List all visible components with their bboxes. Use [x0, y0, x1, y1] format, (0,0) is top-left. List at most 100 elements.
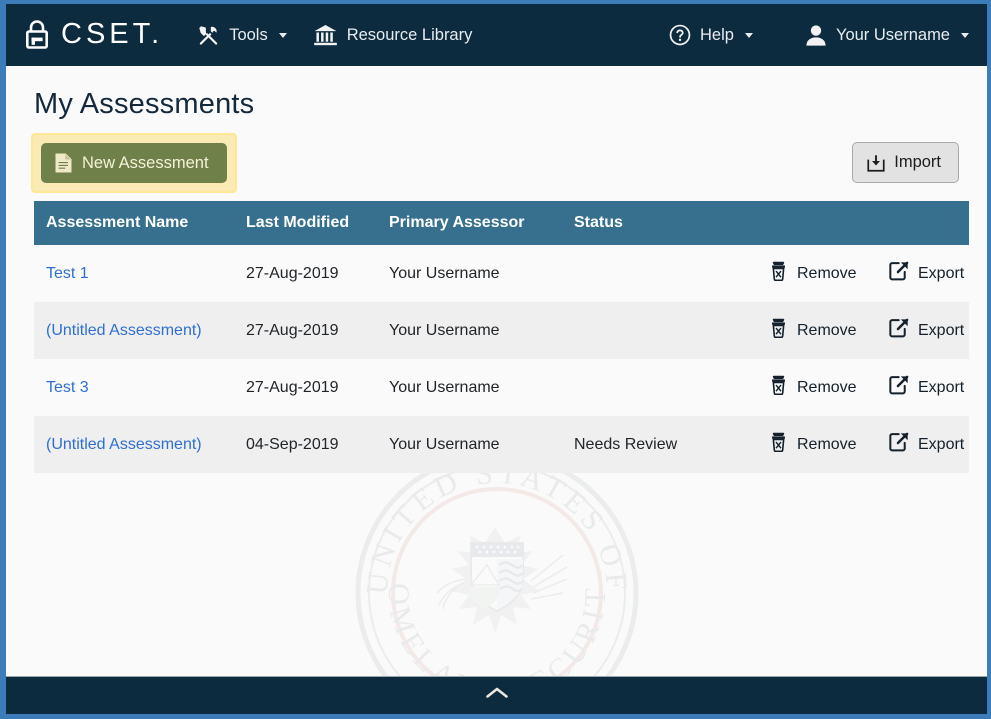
nav-item-resource-library-label: Resource Library — [347, 26, 473, 45]
chevron-down-icon — [961, 33, 969, 38]
assessments-table-body: Test 127-Aug-2019Your UsernameRemoveExpo… — [34, 245, 969, 473]
cell-primary-assessor: Your Username — [377, 359, 562, 416]
nav-item-resource-library[interactable]: Resource Library — [313, 23, 473, 47]
export-icon — [889, 375, 909, 400]
export-button[interactable]: Export — [889, 261, 964, 286]
dhs-seal-watermark: UNITED STATES OF HOMELAND SECURITY — [353, 449, 641, 676]
cell-assessment-name: (Untitled Assessment) — [34, 416, 234, 473]
cell-status — [562, 245, 757, 302]
assessment-name-link[interactable]: Test 1 — [46, 265, 89, 282]
svg-text:UNITED STATES OF: UNITED STATES OF — [360, 457, 633, 596]
export-label: Export — [918, 265, 964, 283]
remove-button[interactable]: Remove — [769, 432, 857, 457]
cell-status — [562, 302, 757, 359]
cell-last-modified: 27-Aug-2019 — [234, 302, 377, 359]
nav-item-user-menu[interactable]: Your Username — [805, 24, 969, 47]
cell-remove: Remove — [757, 302, 877, 359]
remove-button[interactable]: Remove — [769, 318, 857, 343]
cell-last-modified: 04-Sep-2019 — [234, 416, 377, 473]
export-icon — [889, 318, 909, 343]
remove-label: Remove — [797, 265, 857, 283]
new-assessment-label: New Assessment — [82, 154, 209, 173]
column-header-export — [877, 201, 969, 245]
cell-export: Export — [877, 302, 969, 359]
footer-scroll-top[interactable] — [6, 676, 987, 714]
cell-remove: Remove — [757, 416, 877, 473]
chevron-up-icon — [485, 686, 509, 705]
column-header-assessment-name[interactable]: Assessment Name — [34, 201, 234, 245]
trash-icon — [769, 375, 788, 400]
cell-export: Export — [877, 359, 969, 416]
export-button[interactable]: Export — [889, 432, 964, 457]
document-icon — [55, 153, 72, 173]
question-circle-icon — [669, 24, 691, 46]
cell-remove: Remove — [757, 359, 877, 416]
svg-text:HOMELAND SECURITY: HOMELAND SECURITY — [353, 449, 612, 676]
assessments-table: Assessment Name Last Modified Primary As… — [34, 201, 969, 473]
cell-status: Needs Review — [562, 416, 757, 473]
assessment-name-link[interactable]: Test 3 — [46, 379, 89, 396]
export-label: Export — [918, 436, 964, 454]
column-header-remove — [757, 201, 877, 245]
new-assessment-focus-ring: New Assessment — [31, 133, 237, 193]
cell-assessment-name: (Untitled Assessment) — [34, 302, 234, 359]
remove-button[interactable]: Remove — [769, 261, 857, 286]
import-button[interactable]: Import — [852, 142, 959, 183]
user-icon — [805, 24, 827, 47]
bank-icon — [313, 23, 338, 47]
export-icon — [889, 432, 909, 457]
main-content: UNITED STATES OF HOMELAND SECURITY — [6, 66, 987, 676]
cell-last-modified: 27-Aug-2019 — [234, 245, 377, 302]
chevron-down-icon — [745, 33, 753, 38]
trash-icon — [769, 261, 788, 286]
column-header-primary-assessor[interactable]: Primary Assessor — [377, 201, 562, 245]
cell-remove: Remove — [757, 245, 877, 302]
trash-icon — [769, 318, 788, 343]
cell-primary-assessor: Your Username — [377, 416, 562, 473]
assessment-name-link[interactable]: (Untitled Assessment) — [46, 322, 202, 339]
new-assessment-button[interactable]: New Assessment — [41, 143, 227, 183]
tools-icon — [197, 24, 220, 47]
assessments-table-head: Assessment Name Last Modified Primary As… — [34, 201, 969, 245]
remove-button[interactable]: Remove — [769, 375, 857, 400]
cset-brand-text: CSET. — [61, 20, 163, 51]
table-header-row: Assessment Name Last Modified Primary As… — [34, 201, 969, 245]
cell-assessment-name: Test 3 — [34, 359, 234, 416]
cell-last-modified: 27-Aug-2019 — [234, 359, 377, 416]
remove-label: Remove — [797, 322, 857, 340]
table-row: (Untitled Assessment) 04-Sep-2019Your Use… — [34, 416, 969, 473]
navbar-right-group: Help Your Username — [669, 24, 969, 47]
import-label: Import — [894, 153, 941, 172]
navbar-left-group: CSET. Tools — [24, 19, 472, 51]
top-navbar: CSET. Tools — [6, 4, 987, 66]
column-header-status[interactable]: Status — [562, 201, 757, 245]
export-button[interactable]: Export — [889, 375, 964, 400]
export-button[interactable]: Export — [889, 318, 964, 343]
table-row: Test 1 27-Aug-2019Your Username Remove Expo… — [34, 245, 969, 302]
nav-item-user-label: Your Username — [836, 26, 950, 45]
cell-export: Export — [877, 245, 969, 302]
cell-export: Export — [877, 416, 969, 473]
table-row: (Untitled Assessment) 27-Aug-2019Your Use… — [34, 302, 969, 359]
column-header-last-modified[interactable]: Last Modified — [234, 201, 377, 245]
assessment-name-link[interactable]: (Untitled Assessment) — [46, 436, 202, 453]
chevron-down-icon — [279, 33, 287, 38]
import-arrow-icon — [867, 154, 885, 172]
browser-frame: CSET. Tools — [0, 0, 991, 719]
cell-primary-assessor: Your Username — [377, 302, 562, 359]
nav-item-tools-label: Tools — [229, 26, 268, 45]
remove-label: Remove — [797, 379, 857, 397]
padlock-icon — [24, 19, 50, 51]
page-body: My Assessments N — [34, 88, 959, 473]
trash-icon — [769, 432, 788, 457]
cell-assessment-name: Test 1 — [34, 245, 234, 302]
action-button-row: New Assessment Import — [34, 133, 959, 193]
cell-primary-assessor: Your Username — [377, 245, 562, 302]
cell-status — [562, 359, 757, 416]
table-row: Test 3 27-Aug-2019Your Username Remove Expo… — [34, 359, 969, 416]
cset-brand-logo[interactable]: CSET. — [24, 19, 163, 51]
nav-item-tools[interactable]: Tools — [197, 24, 287, 47]
page-title: My Assessments — [34, 88, 959, 121]
nav-item-help[interactable]: Help — [669, 24, 753, 46]
remove-label: Remove — [797, 436, 857, 454]
